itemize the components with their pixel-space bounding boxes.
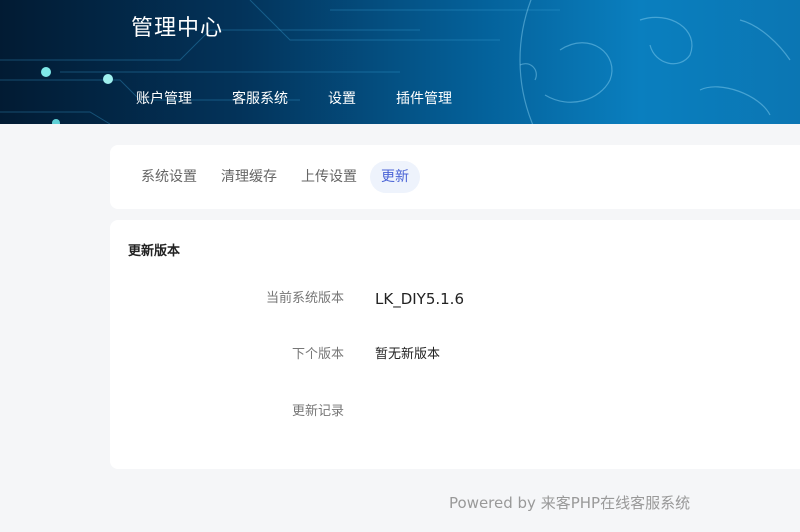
next-version-label: 下个版本 (291, 347, 344, 362)
glow-dot (103, 74, 113, 84)
header-banner: 管理中心 账户管理 客服系统 设置 插件管理 (0, 0, 800, 124)
nav-item-plugins[interactable]: 插件管理 (396, 88, 452, 110)
settings-tabs-card: 系统设置 清理缓存 上传设置 更新 (110, 145, 800, 209)
nav-item-account[interactable]: 账户管理 (136, 88, 192, 110)
tab-update[interactable]: 更新 (370, 161, 420, 193)
next-version-value: 暂无新版本 (375, 347, 441, 362)
top-navigation: 账户管理 客服系统 设置 插件管理 (136, 88, 492, 110)
section-title: 更新版本 (128, 244, 181, 259)
glow-dot (41, 67, 51, 77)
current-version-row: 当前系统版本 LK_DIY5.1.6 (110, 288, 800, 310)
current-version-value: LK_DIY5.1.6 (375, 290, 464, 308)
update-version-card: 更新版本 当前系统版本 LK_DIY5.1.6 下个版本 暂无新版本 更新记录 (110, 220, 800, 469)
changelog-label: 更新记录 (291, 404, 344, 419)
tab-upload-settings[interactable]: 上传设置 (290, 161, 368, 193)
nav-item-settings[interactable]: 设置 (328, 88, 356, 110)
nav-item-service-system[interactable]: 客服系统 (232, 88, 288, 110)
changelog-row: 更新记录 (110, 401, 800, 423)
tab-system-settings[interactable]: 系统设置 (130, 161, 208, 193)
footer-powered-by: Powered by 来客PHP在线客服系统 (449, 494, 691, 512)
current-version-label: 当前系统版本 (265, 291, 344, 306)
settings-tabs: 系统设置 清理缓存 上传设置 更新 (130, 161, 422, 193)
tab-clear-cache[interactable]: 清理缓存 (210, 161, 288, 193)
glow-dot (52, 119, 60, 124)
app-title: 管理中心 (131, 16, 224, 41)
next-version-row: 下个版本 暂无新版本 (110, 344, 800, 366)
